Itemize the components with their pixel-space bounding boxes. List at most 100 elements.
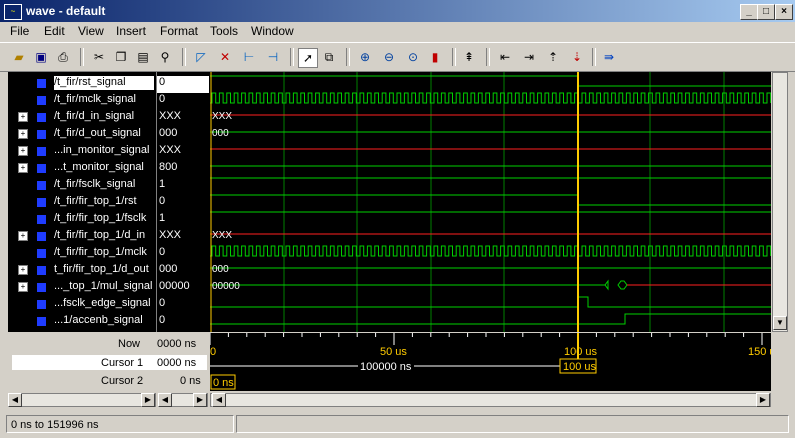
signal-name[interactable]: /t_fir/fir_top_1/d_in bbox=[54, 229, 154, 243]
cursor1-value: 0000 ns bbox=[157, 357, 197, 369]
wave-label: 000 bbox=[212, 128, 229, 139]
close-button[interactable]: × bbox=[775, 4, 793, 20]
wave-label: XXX bbox=[212, 230, 232, 241]
toolbar-separator bbox=[290, 48, 294, 66]
wave-scroll-left-button[interactable]: ◀ bbox=[212, 393, 226, 407]
expand-icon[interactable]: + bbox=[18, 129, 28, 139]
signal-icon bbox=[36, 265, 47, 276]
signal-icon bbox=[36, 78, 47, 89]
signal-icon bbox=[36, 316, 47, 327]
status-message bbox=[236, 415, 789, 433]
signal-icon bbox=[36, 214, 47, 225]
signal-name[interactable]: t_fir/fir_top_1/d_out bbox=[54, 263, 154, 277]
goto-cursor-icon[interactable]: ⇛ bbox=[600, 48, 618, 66]
value-scroll-left-button[interactable]: ◀ bbox=[158, 393, 172, 407]
window-title: wave - default bbox=[26, 4, 106, 18]
toolbar-separator bbox=[182, 48, 186, 66]
menu-edit[interactable]: Edit bbox=[44, 24, 65, 38]
signal-icon bbox=[36, 129, 47, 140]
signal-name[interactable]: ...in_monitor_signal bbox=[54, 144, 154, 158]
timeline-background bbox=[210, 333, 771, 391]
open-icon[interactable]: ▰ bbox=[10, 48, 28, 66]
save-icon[interactable]: ▣ bbox=[32, 48, 50, 66]
scroll-down-button[interactable]: ▼ bbox=[773, 316, 787, 330]
toolbar: ▰ ▣ ⎙ ✂ ❐ ▤ ⚲ ◸ ✕ ⊢ ⊣ ➚ ⧉ ⊕ ⊖ ⊙ ▮ ⇞ ⇤ ⇥ … bbox=[0, 42, 795, 72]
delete-cursor-icon[interactable]: ⊣ bbox=[264, 48, 282, 66]
signal-name[interactable]: /t_fir/d_out_signal bbox=[54, 127, 154, 141]
zoom-in-icon[interactable]: ⊕ bbox=[356, 48, 374, 66]
signal-name[interactable]: /t_fir/d_in_signal bbox=[54, 110, 154, 124]
zoom-area-icon[interactable]: ⧉ bbox=[320, 48, 338, 66]
edge-prev-icon[interactable]: ⇤ bbox=[496, 48, 514, 66]
signal-name[interactable]: ..._top_1/mul_signal bbox=[54, 280, 154, 294]
minimize-button[interactable]: _ bbox=[740, 4, 758, 20]
menu-file[interactable]: File bbox=[10, 24, 29, 38]
menu-view[interactable]: View bbox=[78, 24, 104, 38]
menu-tools[interactable]: Tools bbox=[210, 24, 238, 38]
edge-fall-icon[interactable]: ⇣ bbox=[568, 48, 586, 66]
cursor2-label[interactable]: Cursor 2 bbox=[101, 375, 143, 387]
copy-icon[interactable]: ❐ bbox=[112, 48, 130, 66]
signal-name[interactable]: /t_fir/rst_signal bbox=[54, 76, 154, 90]
edge-find-icon[interactable]: ⇞ bbox=[460, 48, 478, 66]
signal-name[interactable]: /t_fir/fsclk_signal bbox=[54, 178, 154, 192]
signal-name[interactable]: ...1/accenb_signal bbox=[54, 314, 154, 328]
find-icon[interactable]: ⚲ bbox=[156, 48, 174, 66]
paste-icon[interactable]: ▤ bbox=[134, 48, 152, 66]
add-icon[interactable]: ◸ bbox=[192, 48, 210, 66]
cursor1-delta: 100000 ns bbox=[360, 361, 412, 373]
name-scroll-right-button[interactable]: ▶ bbox=[141, 393, 155, 407]
signal-name[interactable]: /t_fir/fir_top_1/rst bbox=[54, 195, 154, 209]
stop-icon[interactable]: ▮ bbox=[426, 48, 444, 66]
vertical-scrollbar[interactable] bbox=[772, 72, 788, 332]
signal-name[interactable]: ...t_monitor_signal bbox=[54, 161, 154, 175]
wave-label: 00000 bbox=[212, 281, 240, 292]
wave-scroll-right-button[interactable]: ▶ bbox=[756, 393, 770, 407]
signal-icon bbox=[36, 112, 47, 123]
menu-bar: File Edit View Insert Format Tools Windo… bbox=[0, 22, 795, 41]
delete-icon[interactable]: ✕ bbox=[216, 48, 234, 66]
signal-name[interactable]: ...fsclk_edge_signal bbox=[54, 297, 154, 311]
cut-icon[interactable]: ✂ bbox=[90, 48, 108, 66]
tick-label: 150 u bbox=[748, 346, 771, 358]
name-scroll-left-button[interactable]: ◀ bbox=[8, 393, 22, 407]
cursor1-label: Cursor 1 bbox=[101, 357, 144, 369]
expand-icon[interactable]: + bbox=[18, 163, 28, 173]
zoom-out-icon[interactable]: ⊖ bbox=[380, 48, 398, 66]
tick-label: 100 us bbox=[564, 346, 598, 358]
signal-name[interactable]: /t_fir/mclk_signal bbox=[54, 93, 154, 107]
timeline-pane[interactable]: 0 50 us 100 us 150 u 100000 ns 100 us 0 ns bbox=[210, 333, 771, 391]
insert-cursor-icon[interactable]: ⊢ bbox=[240, 48, 258, 66]
tick-label: 50 us bbox=[380, 346, 407, 358]
menu-insert[interactable]: Insert bbox=[116, 24, 146, 38]
now-value: 0000 ns bbox=[157, 338, 197, 350]
signal-name[interactable]: /t_fir/fir_top_1/mclk bbox=[54, 246, 154, 260]
name-hscrollbar[interactable] bbox=[8, 393, 156, 407]
maximize-button[interactable]: □ bbox=[757, 4, 775, 20]
wave-pane[interactable]: XXX000XXX00000000 bbox=[210, 72, 771, 332]
now-label: Now bbox=[118, 338, 141, 350]
expand-icon[interactable]: + bbox=[18, 231, 28, 241]
title-bar: ~ wave - default _ □ × bbox=[0, 0, 795, 22]
expand-icon[interactable]: + bbox=[18, 112, 28, 122]
expand-icon[interactable]: + bbox=[18, 146, 28, 156]
menu-window[interactable]: Window bbox=[251, 24, 294, 38]
edge-rise-icon[interactable]: ⇡ bbox=[544, 48, 562, 66]
print-icon[interactable]: ⎙ bbox=[54, 48, 72, 66]
toolbar-separator bbox=[80, 48, 84, 66]
signal-icon bbox=[36, 248, 47, 259]
wave-hscrollbar[interactable] bbox=[210, 393, 771, 407]
signal-name[interactable]: /t_fir/fir_top_1/fsclk bbox=[54, 212, 154, 226]
value-scroll-right-button[interactable]: ▶ bbox=[193, 393, 207, 407]
cursor-name-panel: Now Cursor 1 Cursor 2 0000 ns 0000 ns 0 … bbox=[8, 333, 208, 391]
signal-icon bbox=[36, 163, 47, 174]
signal-icon bbox=[36, 197, 47, 208]
zoom-full-icon[interactable]: ⊙ bbox=[404, 48, 422, 66]
expand-icon[interactable]: + bbox=[18, 282, 28, 292]
tick-label: 0 bbox=[210, 346, 216, 358]
edge-next-icon[interactable]: ⇥ bbox=[520, 48, 538, 66]
expand-icon[interactable]: + bbox=[18, 265, 28, 275]
menu-format[interactable]: Format bbox=[160, 24, 198, 38]
select-pointer-icon[interactable]: ➚ bbox=[298, 48, 318, 68]
app-icon: ~ bbox=[4, 4, 22, 20]
